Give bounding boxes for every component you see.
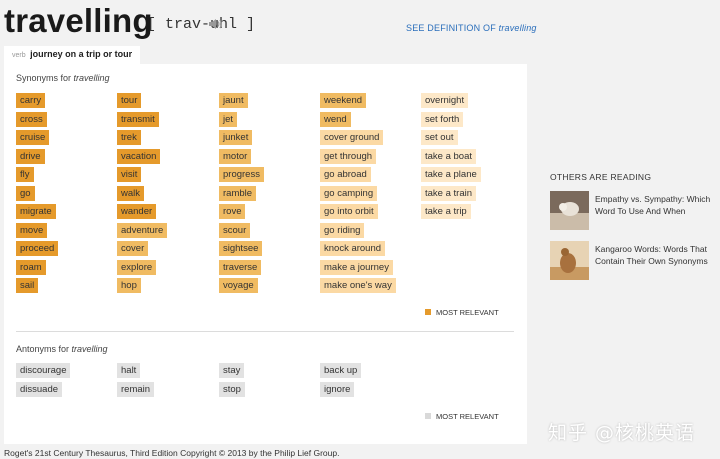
synonym-chip[interactable]: wend bbox=[320, 111, 351, 127]
part-of-speech: verb bbox=[12, 52, 26, 59]
article-thumbnail bbox=[550, 191, 589, 230]
synonym-chip[interactable]: take a trip bbox=[421, 204, 471, 219]
thesaurus-card: Synonyms for travelling carry cross cruise… bbox=[4, 64, 527, 444]
pronunciation: [ trav-uhl ] bbox=[147, 16, 256, 33]
article-thumbnail bbox=[550, 241, 589, 280]
synonym-chip[interactable]: take a plane bbox=[421, 167, 481, 182]
synonym-chip[interactable]: jet bbox=[219, 111, 238, 127]
synonym-chip[interactable]: take a train bbox=[421, 185, 476, 201]
synonym-chip[interactable]: drive bbox=[16, 148, 45, 164]
antonym-chip[interactable]: dissuade bbox=[16, 381, 63, 397]
synonym-chip[interactable]: go abroad bbox=[320, 167, 371, 182]
synonyms-legend: MOST RELEVANT bbox=[425, 308, 499, 317]
synonym-chip[interactable]: knock around bbox=[320, 241, 386, 256]
synonym-chip[interactable]: get through bbox=[320, 148, 377, 164]
antonym-chip[interactable]: stop bbox=[219, 381, 245, 397]
article-link[interactable]: Empathy vs. Sympathy: Which Word To Use … bbox=[550, 191, 715, 231]
synonym-chip[interactable]: wander bbox=[117, 204, 157, 219]
antonyms-legend: MOST RELEVANT bbox=[425, 412, 499, 421]
synonym-chip[interactable]: go into orbit bbox=[320, 204, 378, 219]
headword: travelling bbox=[4, 2, 153, 39]
copyright: Roget's 21st Century Thesaurus, Third Ed… bbox=[4, 448, 340, 458]
article-title: Kangaroo Words: Words That Contain Their… bbox=[595, 244, 708, 266]
legend-swatch bbox=[425, 309, 431, 315]
article-title: Empathy vs. Sympathy: Which Word To Use … bbox=[595, 194, 711, 216]
antonym-chip[interactable]: remain bbox=[117, 381, 155, 397]
legend-swatch bbox=[425, 413, 431, 419]
article-link[interactable]: Kangaroo Words: Words That Contain Their… bbox=[550, 241, 715, 281]
synonym-chip[interactable]: move bbox=[16, 222, 48, 238]
synonym-chip[interactable]: set out bbox=[421, 130, 458, 145]
synonym-chip[interactable]: cross bbox=[16, 111, 47, 127]
antonyms-label: Antonyms for travelling bbox=[16, 344, 108, 354]
synonym-chip[interactable]: progress bbox=[219, 167, 264, 182]
synonym-chip[interactable]: junket bbox=[219, 130, 253, 145]
antonym-chip[interactable]: back up bbox=[320, 363, 362, 378]
synonym-chip[interactable]: traverse bbox=[219, 259, 262, 275]
synonym-chip[interactable]: carry bbox=[16, 93, 46, 108]
synonym-chip[interactable]: go bbox=[16, 185, 35, 201]
watermark: 知乎 @核桃英语 bbox=[548, 422, 696, 444]
synonym-chip[interactable]: walk bbox=[117, 185, 145, 201]
synonym-chip[interactable]: go riding bbox=[320, 222, 365, 238]
sense-label: journey on a trip or tour bbox=[30, 49, 133, 59]
synonym-chip[interactable]: rove bbox=[219, 204, 246, 219]
synonym-chip[interactable]: go camping bbox=[320, 185, 378, 201]
synonym-chip[interactable]: weekend bbox=[320, 93, 367, 108]
synonym-chip[interactable]: hop bbox=[117, 278, 141, 293]
speaker-icon[interactable] bbox=[208, 18, 222, 33]
synonym-chip[interactable]: make a journey bbox=[320, 259, 393, 275]
synonym-chip[interactable]: take a boat bbox=[421, 148, 477, 164]
others-reading-title: OTHERS ARE READING bbox=[550, 172, 652, 182]
synonym-chip[interactable]: transmit bbox=[117, 111, 159, 127]
synonym-chip[interactable]: sail bbox=[16, 278, 39, 293]
synonym-chip[interactable]: visit bbox=[117, 167, 142, 182]
synonym-chip[interactable]: sightsee bbox=[219, 241, 263, 256]
synonym-chip[interactable]: cruise bbox=[16, 130, 50, 145]
synonym-chip[interactable]: cover ground bbox=[320, 130, 384, 145]
synonym-chip[interactable]: adventure bbox=[117, 222, 168, 238]
synonym-chip[interactable]: migrate bbox=[16, 204, 56, 219]
synonym-chip[interactable]: motor bbox=[219, 148, 252, 164]
synonym-chip[interactable]: scour bbox=[219, 222, 251, 238]
synonym-chip[interactable]: trek bbox=[117, 130, 141, 145]
synonym-chip[interactable]: tour bbox=[117, 93, 142, 108]
synonym-chip[interactable]: voyage bbox=[219, 278, 258, 293]
synonym-chip[interactable]: overnight bbox=[421, 93, 469, 108]
synonym-chip[interactable]: explore bbox=[117, 259, 157, 275]
header: travelling [ trav-uhl ] SEE DEFINITION O… bbox=[0, 0, 720, 46]
divider bbox=[16, 331, 514, 332]
antonym-chip[interactable]: discourage bbox=[16, 363, 71, 378]
synonym-chip[interactable]: proceed bbox=[16, 241, 59, 256]
antonym-chip[interactable]: halt bbox=[117, 363, 141, 378]
synonym-chip[interactable]: cover bbox=[117, 241, 149, 256]
synonym-chip[interactable]: vacation bbox=[117, 148, 161, 164]
synonym-chip[interactable]: set forth bbox=[421, 111, 464, 127]
see-definition-prefix: SEE DEFINITION OF bbox=[406, 23, 496, 33]
synonym-chip[interactable]: ramble bbox=[219, 185, 257, 201]
see-definition-link[interactable]: SEE DEFINITION OF travelling bbox=[406, 23, 537, 33]
synonym-chip[interactable]: make one's way bbox=[320, 278, 396, 293]
see-definition-word: travelling bbox=[498, 23, 537, 33]
antonym-chip[interactable]: ignore bbox=[320, 381, 355, 397]
synonym-chip[interactable]: jaunt bbox=[219, 93, 248, 108]
antonym-chip[interactable]: stay bbox=[219, 363, 245, 378]
synonym-chip[interactable]: fly bbox=[16, 167, 34, 182]
tab-sense[interactable]: verb journey on a trip or tour bbox=[4, 46, 141, 64]
synonym-chip[interactable]: roam bbox=[16, 259, 46, 275]
synonyms-label: Synonyms for travelling bbox=[16, 73, 110, 83]
